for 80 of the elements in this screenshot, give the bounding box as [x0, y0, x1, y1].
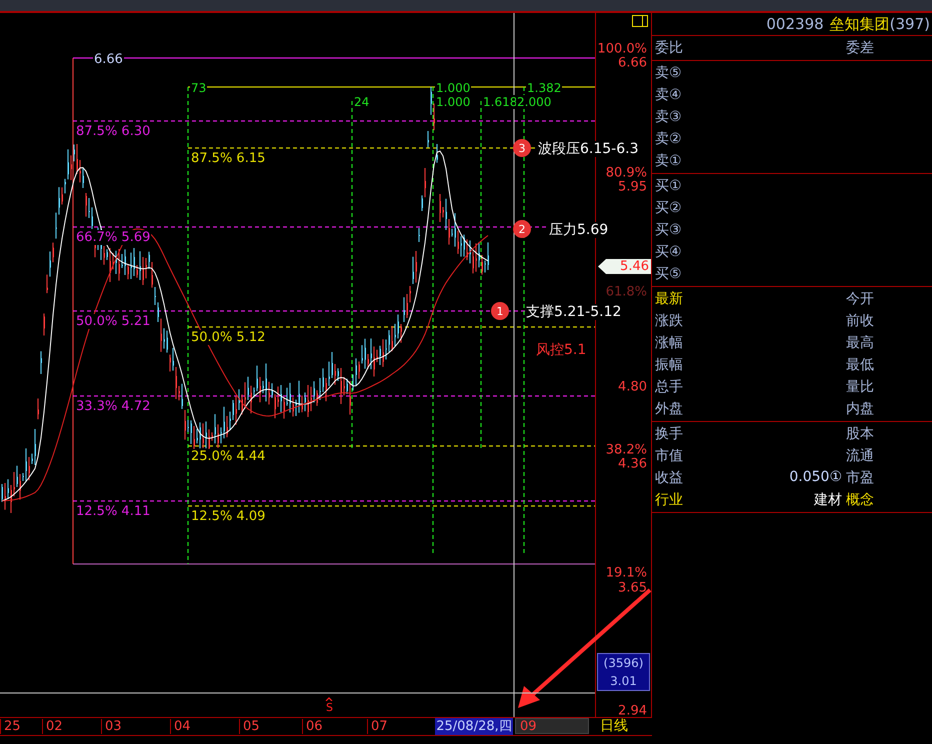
field-label: 最低: [846, 356, 875, 374]
field-label: 委差: [846, 39, 875, 57]
field-label: 总手: [655, 378, 683, 396]
cursor-date: 25/08/28,四: [435, 718, 513, 735]
annotation-label: 波段压6.15-6.3: [537, 141, 640, 157]
fibonacci-label: 66.7% 5.69: [75, 230, 152, 245]
annotation-label: 风控5.1: [535, 342, 588, 358]
period-button[interactable]: 日线: [600, 718, 628, 735]
ask-label: 卖③: [655, 108, 682, 126]
time-ratio-label: 1.000: [435, 95, 472, 109]
date-label: 25: [0, 719, 21, 734]
fibonacci-label: 50.0% 5.21: [75, 314, 152, 329]
date-label: 02: [42, 719, 63, 734]
field-label: 振幅: [655, 356, 683, 374]
stock-code: 002398: [766, 15, 824, 33]
axis-label: 5.95: [618, 180, 647, 194]
field-label: 收益: [655, 469, 683, 487]
field-label: 换手: [655, 425, 683, 443]
volume-value: 3.01: [610, 675, 637, 687]
axis-label: 80.9%: [606, 166, 647, 180]
ask-label: 卖②: [655, 130, 682, 148]
field-label: 流通: [846, 447, 875, 465]
field-label: 内盘: [846, 400, 875, 418]
layout-icon[interactable]: [632, 15, 648, 27]
time-ratio-label: 1.000: [435, 81, 472, 95]
date-label: 07: [367, 719, 388, 734]
field-label: 前收: [846, 312, 875, 330]
signal-label: S: [325, 701, 334, 714]
field-label: 涨跌: [655, 312, 683, 330]
axis-label: 61.8%: [606, 286, 647, 298]
time-ratio-label: 1.618: [482, 95, 518, 109]
bid-label: 买③: [655, 221, 682, 239]
axis-label: 19.1%: [606, 566, 647, 580]
axis-label: 2.94: [618, 704, 647, 718]
bid-label: 买⑤: [655, 265, 682, 283]
time-ratio-label: 1.382: [526, 81, 562, 95]
axis-label: 4.80: [618, 380, 647, 394]
field-label: 今开: [846, 290, 875, 308]
date-label: 03: [101, 719, 122, 734]
time-ratio-label: 73: [190, 81, 208, 95]
field-label: 涨幅: [655, 334, 683, 352]
number-badge: 2: [513, 220, 531, 238]
axis-label: 3.65: [618, 582, 647, 594]
field-value: 0.050①: [789, 469, 842, 487]
date-label: 06: [302, 719, 323, 734]
time-ratio-label: 24: [353, 95, 370, 109]
annotation-label: 压力5.69: [548, 222, 610, 238]
axis-label: 100.0%: [597, 42, 647, 56]
axis-label: 4.36: [618, 458, 647, 470]
field-label: 外盘: [655, 400, 683, 418]
field-label: 最高: [846, 334, 875, 352]
field-value: 建材: [814, 491, 842, 509]
field-label: 市值: [655, 447, 683, 465]
annotation-label: 支撑5.21-5.12: [525, 304, 622, 320]
field-label: 概念: [846, 491, 875, 509]
field-label: 市盈: [846, 469, 875, 487]
date-label: 04: [170, 719, 191, 734]
number-badge: 3: [513, 139, 531, 157]
fibonacci-label: 50.0% 5.12: [190, 330, 266, 345]
ask-label: 卖④: [655, 86, 682, 104]
volume-count: (3596): [604, 657, 644, 669]
time-ratio-label: 2.000: [516, 95, 552, 109]
bid-label: 买①: [655, 177, 682, 195]
axis-label: 38.2%: [606, 444, 647, 456]
date-label: 05: [239, 719, 260, 734]
ask-label: 卖⑤: [655, 64, 682, 82]
field-label: 最新: [655, 290, 683, 308]
stock-count: (397): [890, 15, 930, 33]
axis-label: 6.66: [618, 56, 647, 70]
field-label: 量比: [846, 378, 875, 396]
bid-label: 买④: [655, 243, 682, 261]
field-label: 股本: [846, 425, 875, 443]
ask-label: 卖①: [655, 152, 682, 170]
number-badge: 1: [491, 302, 509, 320]
month-label: 09: [515, 718, 589, 734]
price-tag: 5.46: [598, 259, 651, 274]
stock-name: 垒知集团: [830, 14, 890, 34]
field-label: 行业: [655, 491, 683, 509]
field-label: 委比: [655, 39, 683, 57]
bid-label: 买②: [655, 199, 682, 217]
